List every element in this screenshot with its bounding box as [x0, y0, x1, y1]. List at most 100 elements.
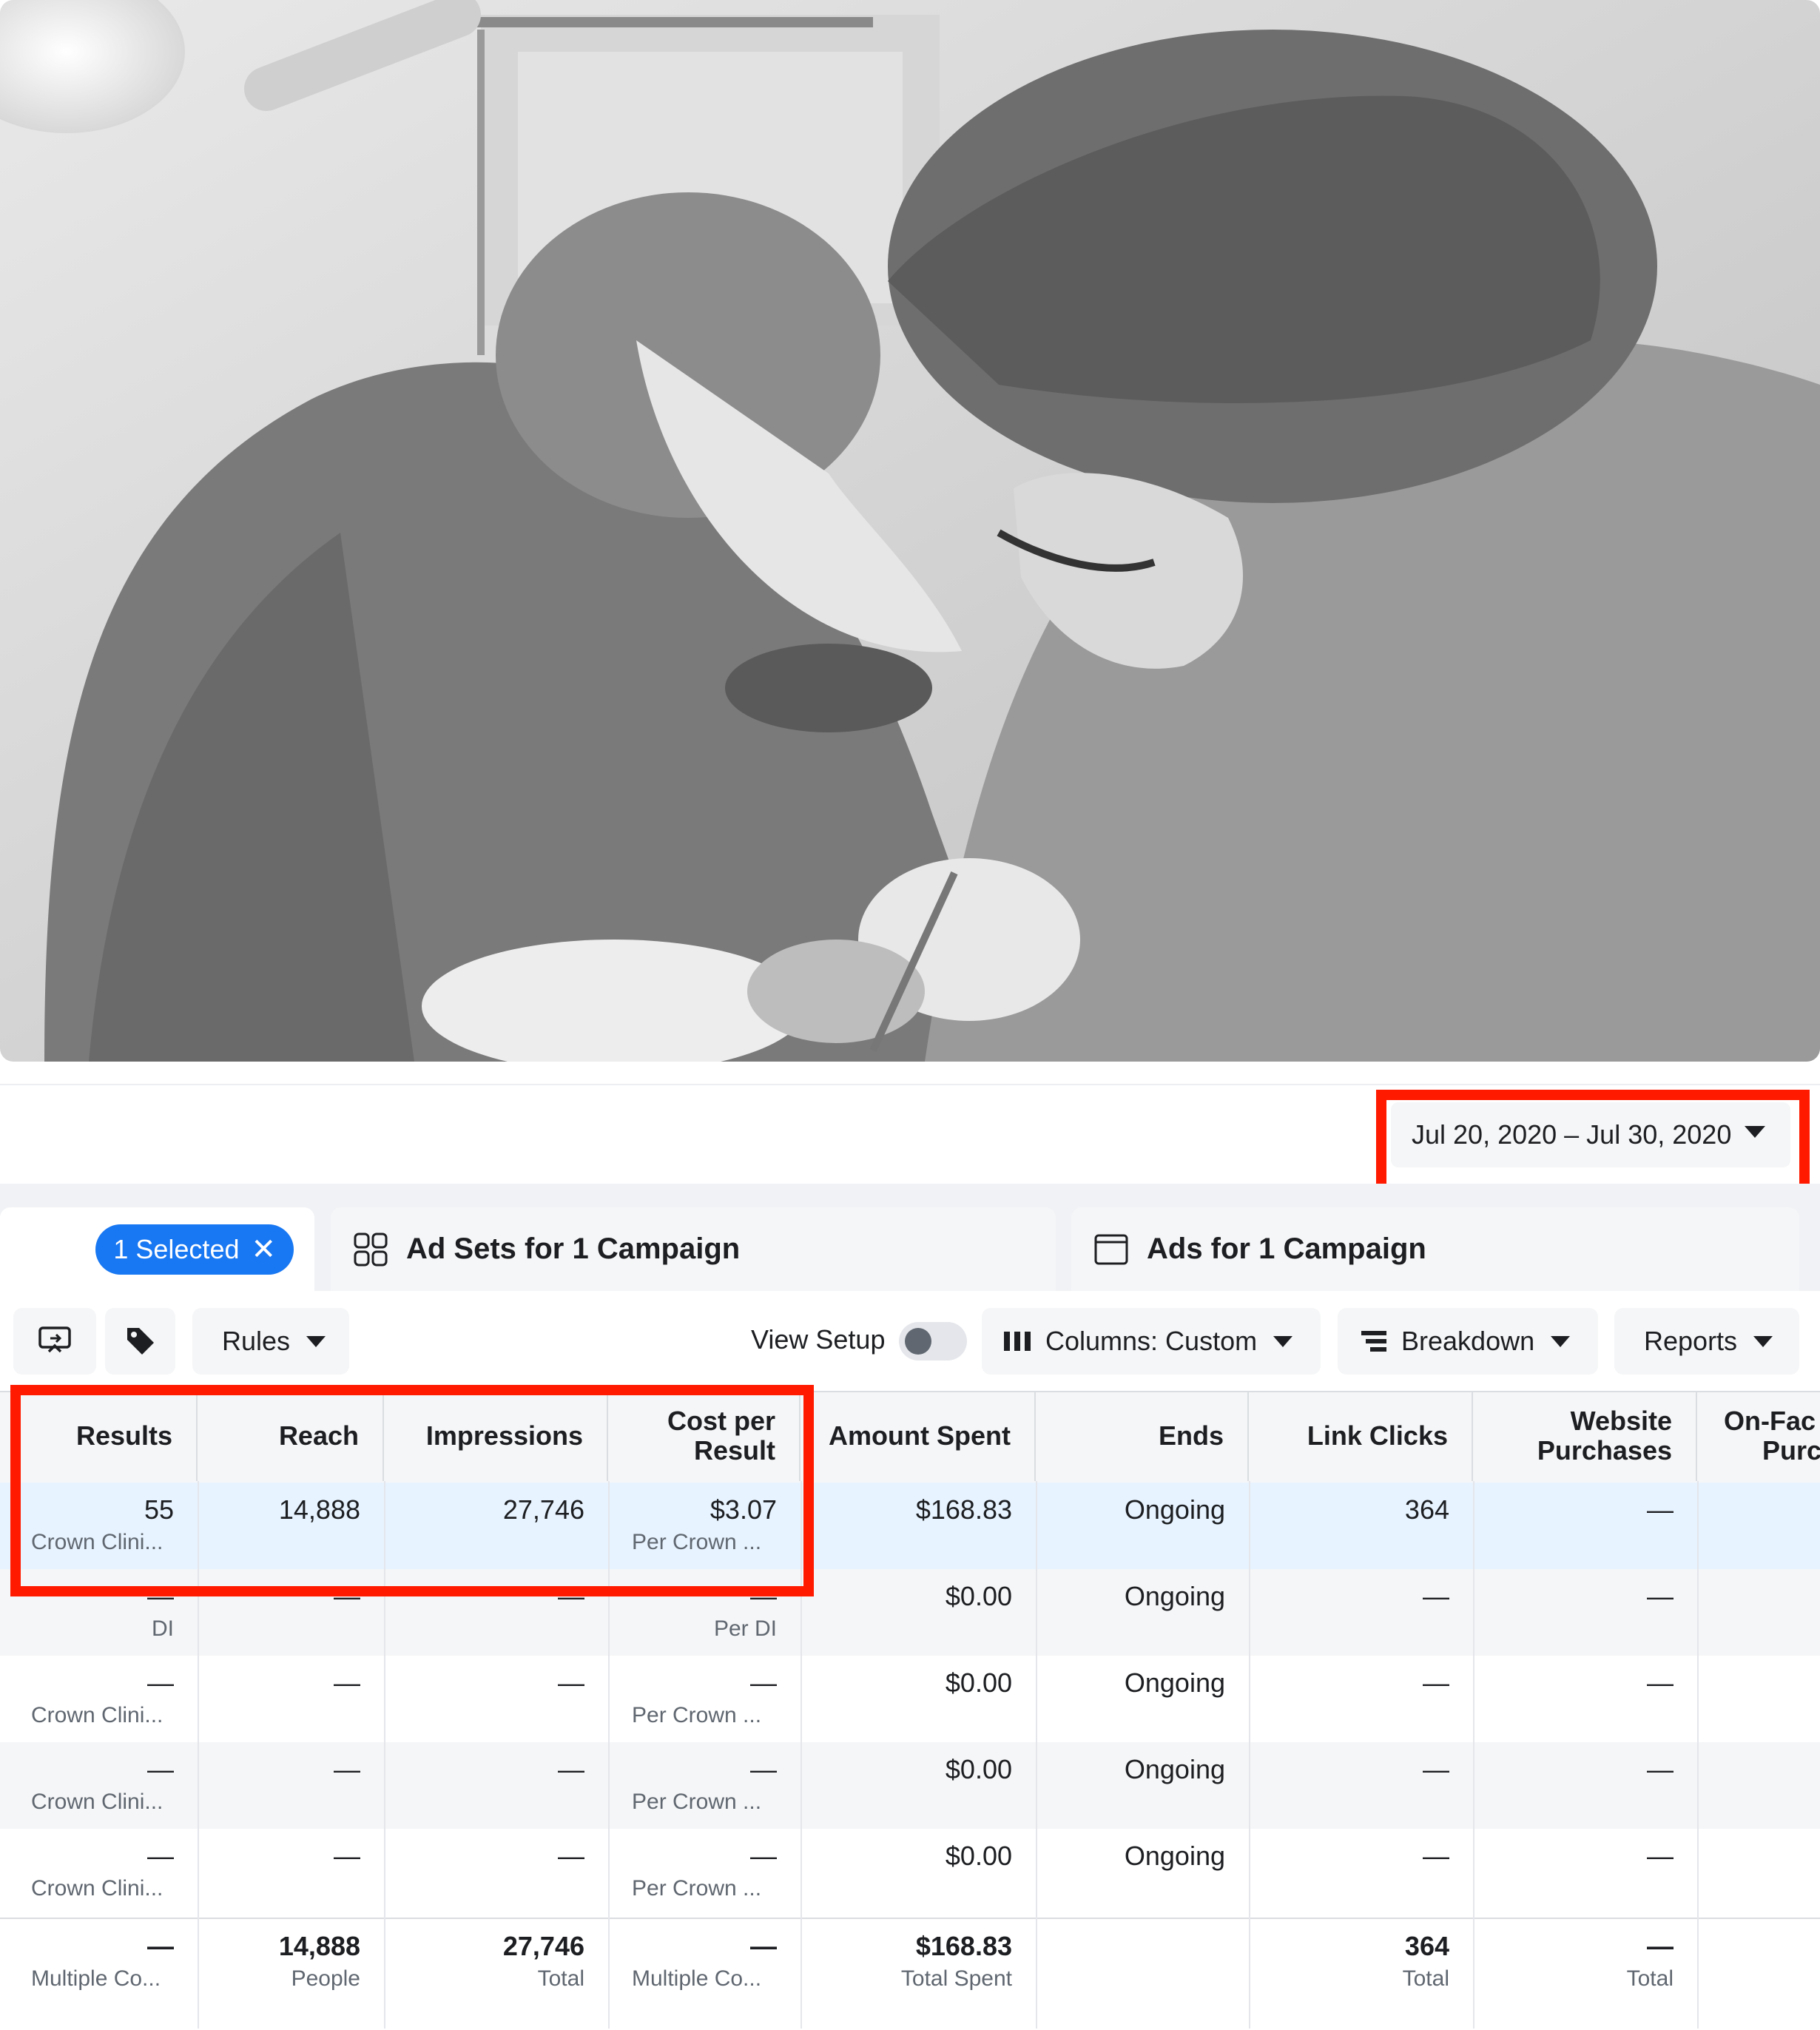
header-on-facebook-purchases[interactable]: On-Fac Purc: [1697, 1391, 1820, 1481]
tab-ad-sets[interactable]: Ad Sets for 1 Campaign: [331, 1207, 1056, 1291]
total-purchases[interactable]: — Total: [1473, 1919, 1697, 2030]
cell-website-purchases[interactable]: —: [1473, 1742, 1697, 1829]
total-amount-value: $168.83: [915, 1931, 1012, 1961]
caret-down-icon: [1551, 1335, 1571, 1347]
cell-link-clicks[interactable]: —: [1249, 1742, 1473, 1829]
breakdown-label: Breakdown: [1401, 1326, 1535, 1356]
total-reach-value: 14,888: [278, 1931, 360, 1961]
cell-reach[interactable]: —: [198, 1829, 384, 1915]
columns-label: Columns: Custom: [1045, 1326, 1258, 1356]
header-website-purchases[interactable]: Website Purchases: [1473, 1391, 1697, 1481]
impressions-value: —: [558, 1668, 584, 1698]
cell-cost-per-result[interactable]: — Per Crown ...: [608, 1656, 801, 1742]
total-cost-label: Multiple Co...: [632, 1966, 762, 1991]
total-results-value: —: [147, 1931, 174, 1961]
cell-link-clicks[interactable]: 364: [1249, 1483, 1473, 1569]
cell-website-purchases[interactable]: —: [1473, 1656, 1697, 1742]
ad-frame-icon: [1094, 1234, 1128, 1264]
purchases-value: —: [1647, 1494, 1674, 1525]
total-results[interactable]: — Multiple Co...: [0, 1919, 198, 2030]
cell-results[interactable]: — Crown Clini...: [0, 1829, 198, 1915]
cell-amount-spent[interactable]: $0.00: [801, 1742, 1036, 1829]
cell-link-clicks[interactable]: —: [1249, 1569, 1473, 1656]
totals-row: — Multiple Co... 14,888 People 27,746 Total — M…: [0, 1918, 1820, 2030]
columns-button[interactable]: Columns: Custom: [982, 1308, 1321, 1375]
total-purchases-value: —: [1647, 1931, 1674, 1961]
toggle-knob: [905, 1328, 931, 1355]
total-purchases-label: Total: [1626, 1966, 1674, 1991]
caret-down-icon: [1753, 1335, 1773, 1347]
column-divider: [1249, 1481, 1250, 2029]
cell-amount-spent[interactable]: $0.00: [801, 1569, 1036, 1656]
clicks-value: 364: [1404, 1494, 1449, 1525]
reach-value: —: [334, 1841, 360, 1871]
header-link-clicks[interactable]: Link Clicks: [1249, 1391, 1473, 1481]
rules-button[interactable]: Rules: [192, 1308, 349, 1375]
selected-pill[interactable]: 1 Selected ✕: [95, 1224, 294, 1275]
cell-ends[interactable]: Ongoing: [1036, 1483, 1249, 1569]
reports-button[interactable]: Reports: [1614, 1308, 1799, 1375]
impressions-value: —: [558, 1754, 584, 1784]
reach-value: —: [334, 1668, 360, 1698]
table-row[interactable]: — Crown Clini... — — — Per Crown ... $0.00 Ongo…: [0, 1656, 1820, 1742]
cell-link-clicks[interactable]: —: [1249, 1829, 1473, 1915]
total-amount-label: Total Spent: [900, 1966, 1012, 1991]
total-cost[interactable]: — Multiple Co...: [608, 1919, 801, 2030]
total-results-label: Multiple Co...: [31, 1966, 161, 1991]
table-row[interactable]: — Crown Clini... — — — Per Crown ... $0.00 Ongo…: [0, 1829, 1820, 1915]
cell-impressions[interactable]: —: [384, 1829, 608, 1915]
ends-value: Ongoing: [1124, 1754, 1225, 1784]
total-clicks[interactable]: 364 Total: [1249, 1919, 1473, 2030]
cell-amount-spent[interactable]: $0.00: [801, 1829, 1036, 1915]
cell-ends[interactable]: Ongoing: [1036, 1656, 1249, 1742]
cell-amount-spent[interactable]: $168.83: [801, 1483, 1036, 1569]
cell-cost-per-result[interactable]: — Per Crown ...: [608, 1829, 801, 1915]
total-reach-label: People: [291, 1966, 360, 1991]
view-setup-toggle[interactable]: [899, 1322, 967, 1360]
total-amount[interactable]: $168.83 Total Spent: [801, 1919, 1036, 2030]
cell-reach[interactable]: —: [198, 1742, 384, 1829]
tab-ads[interactable]: Ads for 1 Campaign: [1071, 1207, 1799, 1291]
results-type: Crown Clini...: [31, 1790, 164, 1814]
caret-down-icon: [306, 1335, 326, 1347]
cell-website-purchases[interactable]: —: [1473, 1483, 1697, 1569]
cell-cost-per-result[interactable]: — Per Crown ...: [608, 1742, 801, 1829]
purchases-value: —: [1647, 1668, 1674, 1698]
header-amount-spent[interactable]: Amount Spent: [801, 1391, 1036, 1481]
total-reach[interactable]: 14,888 People: [198, 1919, 384, 2030]
clicks-value: —: [1423, 1754, 1449, 1784]
preview-button[interactable]: [13, 1308, 96, 1375]
tag-button[interactable]: [105, 1308, 175, 1375]
amount-value: $0.00: [945, 1754, 1012, 1784]
total-impressions[interactable]: 27,746 Total: [384, 1919, 608, 2030]
header-ends[interactable]: Ends: [1036, 1391, 1249, 1481]
impressions-value: —: [558, 1841, 584, 1871]
cell-ends[interactable]: Ongoing: [1036, 1829, 1249, 1915]
cell-ends[interactable]: Ongoing: [1036, 1742, 1249, 1829]
results-value: —: [147, 1754, 174, 1784]
amount-value: $0.00: [945, 1581, 1012, 1611]
cell-link-clicks[interactable]: —: [1249, 1656, 1473, 1742]
clicks-value: —: [1423, 1668, 1449, 1698]
cell-impressions[interactable]: —: [384, 1742, 608, 1829]
selected-label: 1 Selected: [113, 1233, 240, 1264]
cost-value: —: [750, 1754, 777, 1784]
close-icon[interactable]: ✕: [251, 1235, 276, 1264]
breakdown-button[interactable]: Breakdown: [1338, 1308, 1598, 1375]
table-row[interactable]: — Crown Clini... — — — Per Crown ... $0.00 Ongo…: [0, 1742, 1820, 1829]
cost-type: Per DI: [713, 1616, 777, 1641]
cell-results[interactable]: — Crown Clini...: [0, 1742, 198, 1829]
cell-website-purchases[interactable]: —: [1473, 1569, 1697, 1656]
purchases-value: —: [1647, 1841, 1674, 1871]
reach-value: —: [334, 1754, 360, 1784]
purchases-value: —: [1647, 1581, 1674, 1611]
cell-amount-spent[interactable]: $0.00: [801, 1656, 1036, 1742]
cell-ends[interactable]: Ongoing: [1036, 1569, 1249, 1656]
tab-campaigns[interactable]: 1 Selected ✕: [0, 1207, 314, 1291]
cell-impressions[interactable]: —: [384, 1656, 608, 1742]
cell-reach[interactable]: —: [198, 1656, 384, 1742]
cell-website-purchases[interactable]: —: [1473, 1829, 1697, 1915]
cell-results[interactable]: — Crown Clini...: [0, 1656, 198, 1742]
hero-photo: [0, 0, 1820, 1062]
clicks-value: —: [1423, 1841, 1449, 1871]
